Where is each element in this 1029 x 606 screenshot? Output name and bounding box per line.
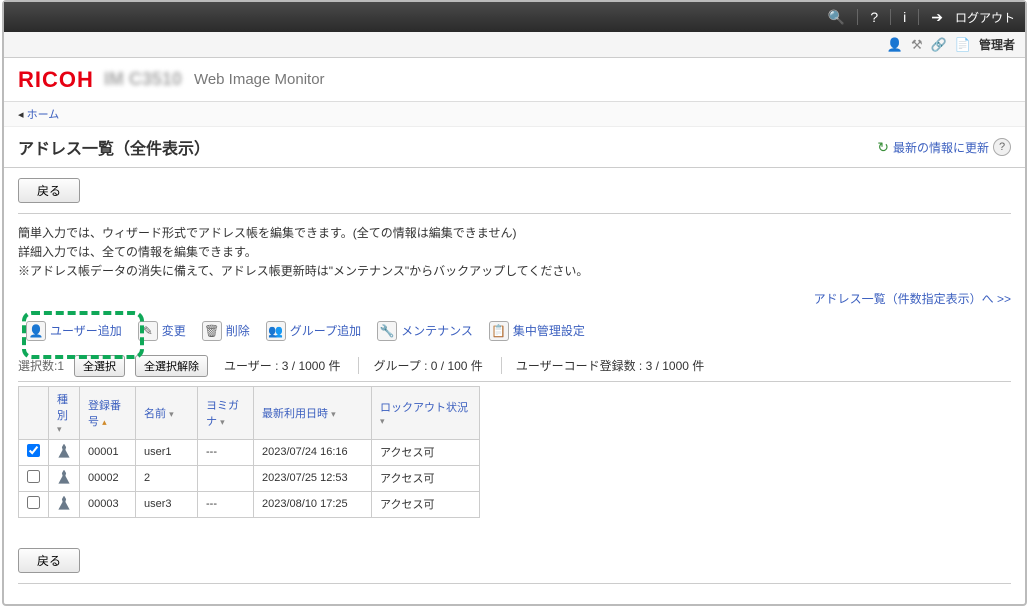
sub-icon-2: ⚒ xyxy=(911,37,923,53)
count-view-link[interactable]: アドレス一覧（件数指定表示）へ >> xyxy=(814,292,1011,306)
model-name: IM C3510 xyxy=(104,69,182,90)
col-lock[interactable]: ロックアウト状況 ▾ xyxy=(372,386,480,439)
table-row: 000022 2023/07/25 12:53アクセス可 xyxy=(19,465,480,491)
add-user-button[interactable]: 👤 ユーザー追加 xyxy=(26,321,122,341)
add-group-label: グループ追加 xyxy=(290,322,361,339)
col-yomi[interactable]: ヨミガナ ▾ xyxy=(198,386,254,439)
add-user-icon: 👤 xyxy=(26,321,46,341)
batch-label: 集中管理設定 xyxy=(513,322,585,339)
desc-line-2: 詳細入力では、全ての情報を編集できます。 xyxy=(18,243,1011,262)
row-checkbox[interactable] xyxy=(27,470,40,483)
desc-line-1: 簡単入力では、ウィザード形式でアドレス帳を編集できます。(全ての情報は編集できま… xyxy=(18,224,1011,243)
person-icon xyxy=(57,470,71,484)
selection-count: 選択数:1 xyxy=(18,357,64,374)
cell-reg: 00002 xyxy=(80,465,136,491)
col-name[interactable]: 名前 ▾ xyxy=(136,386,198,439)
change-label: 変更 xyxy=(162,322,186,339)
change-icon: ✎ xyxy=(138,321,158,341)
cell-name: 2 xyxy=(136,465,198,491)
cell-reg: 00001 xyxy=(80,439,136,465)
col-type[interactable]: 種別 ▾ xyxy=(49,386,80,439)
help-top-icon[interactable]: ? xyxy=(870,9,878,25)
delete-icon: 🗑 xyxy=(202,321,222,341)
cell-date: 2023/08/10 17:25 xyxy=(254,491,372,517)
person-icon xyxy=(57,444,71,458)
logout-arrow-icon: ➔ xyxy=(931,9,943,26)
row-checkbox[interactable] xyxy=(27,496,40,509)
row-checkbox[interactable] xyxy=(27,444,40,457)
person-icon xyxy=(57,496,71,510)
back-button-bottom[interactable]: 戻る xyxy=(18,548,80,573)
back-button-top[interactable]: 戻る xyxy=(18,178,80,203)
info-icon[interactable]: i xyxy=(903,9,906,25)
cell-name: user1 xyxy=(136,439,198,465)
desc-line-3: ※アドレス帳データの消失に備えて、アドレス帳更新時は"メンテナンス"からバックア… xyxy=(18,262,1011,281)
add-group-icon: 👥 xyxy=(266,321,286,341)
title-bar: アドレス一覧（全件表示） ↻ 最新の情報に更新 ? xyxy=(4,127,1025,168)
delete-label: 削除 xyxy=(226,322,250,339)
table-row: 00003user3---2023/08/10 17:25アクセス可 xyxy=(19,491,480,517)
col-date[interactable]: 最新利用日時 ▾ xyxy=(254,386,372,439)
cell-lock: アクセス可 xyxy=(372,465,480,491)
stat-group: グループ : 0 / 100 件 xyxy=(358,357,482,374)
cell-lock: アクセス可 xyxy=(372,439,480,465)
sub-icon-3: 🔗 xyxy=(931,37,947,53)
cell-date: 2023/07/24 16:16 xyxy=(254,439,372,465)
maintenance-button[interactable]: 🔧 メンテナンス xyxy=(377,321,473,341)
product-name: Web Image Monitor xyxy=(194,71,325,88)
selection-row: 選択数:1 全選択 全選択解除 ユーザー : 3 / 1000 件 グループ :… xyxy=(18,355,1011,382)
cell-date: 2023/07/25 12:53 xyxy=(254,465,372,491)
batch-button[interactable]: 📋 集中管理設定 xyxy=(489,321,585,341)
breadcrumb: ◂ ホーム xyxy=(4,102,1025,127)
maintenance-label: メンテナンス xyxy=(401,322,473,339)
cell-reg: 00003 xyxy=(80,491,136,517)
cell-yomi xyxy=(198,465,254,491)
breadcrumb-home[interactable]: ホーム xyxy=(27,109,60,121)
sub-icon-4: 📄 xyxy=(955,37,971,53)
stats: ユーザー : 3 / 1000 件 グループ : 0 / 100 件 ユーザーコ… xyxy=(224,357,704,374)
deselect-all-button[interactable]: 全選択解除 xyxy=(135,355,208,377)
description: 簡単入力では、ウィザード形式でアドレス帳を編集できます。(全ての情報は編集できま… xyxy=(18,224,1011,282)
breadcrumb-arrow: ◂ xyxy=(18,109,27,121)
add-group-button[interactable]: 👥 グループ追加 xyxy=(266,321,361,341)
cell-name: user3 xyxy=(136,491,198,517)
toolbar: 👤 ユーザー追加 ✎ 変更 🗑 削除 👥 グループ追加 🔧 メンテナンス 📋 集… xyxy=(18,321,1011,341)
select-all-button[interactable]: 全選択 xyxy=(74,355,125,377)
maintenance-icon: 🔧 xyxy=(377,321,397,341)
cell-yomi: --- xyxy=(198,491,254,517)
address-table: 種別 ▾ 登録番号 ▴ 名前 ▾ ヨミガナ ▾ 最新利用日時 ▾ ロックアウト状… xyxy=(18,386,480,518)
sub-bar: 👤 ⚒ 🔗 📄 管理者 xyxy=(4,32,1025,58)
search-icon[interactable]: 🔍 xyxy=(828,9,845,26)
refresh-icon[interactable]: ↻ xyxy=(877,139,889,156)
sub-icon-1: 👤 xyxy=(887,37,903,53)
add-user-label: ユーザー追加 xyxy=(50,322,122,339)
logo: RICOH xyxy=(18,67,94,93)
stat-usercode: ユーザーコード登録数 : 3 / 1000 件 xyxy=(501,357,704,374)
delete-button[interactable]: 🗑 削除 xyxy=(202,321,250,341)
col-checkbox xyxy=(19,386,49,439)
cell-lock: アクセス可 xyxy=(372,491,480,517)
admin-label: 管理者 xyxy=(979,36,1015,53)
cell-yomi: --- xyxy=(198,439,254,465)
top-bar: 🔍 ? i ➔ ログアウト xyxy=(4,2,1025,32)
help-icon[interactable]: ? xyxy=(993,138,1011,156)
batch-icon: 📋 xyxy=(489,321,509,341)
col-reg[interactable]: 登録番号 ▴ xyxy=(80,386,136,439)
page-title: アドレス一覧（全件表示） xyxy=(18,135,210,159)
table-row: 00001user1---2023/07/24 16:16アクセス可 xyxy=(19,439,480,465)
change-button[interactable]: ✎ 変更 xyxy=(138,321,186,341)
logout-link[interactable]: ログアウト xyxy=(955,9,1015,26)
header: RICOH IM C3510 Web Image Monitor xyxy=(4,58,1025,102)
refresh-link[interactable]: 最新の情報に更新 xyxy=(893,139,989,156)
stat-user: ユーザー : 3 / 1000 件 xyxy=(224,357,340,374)
